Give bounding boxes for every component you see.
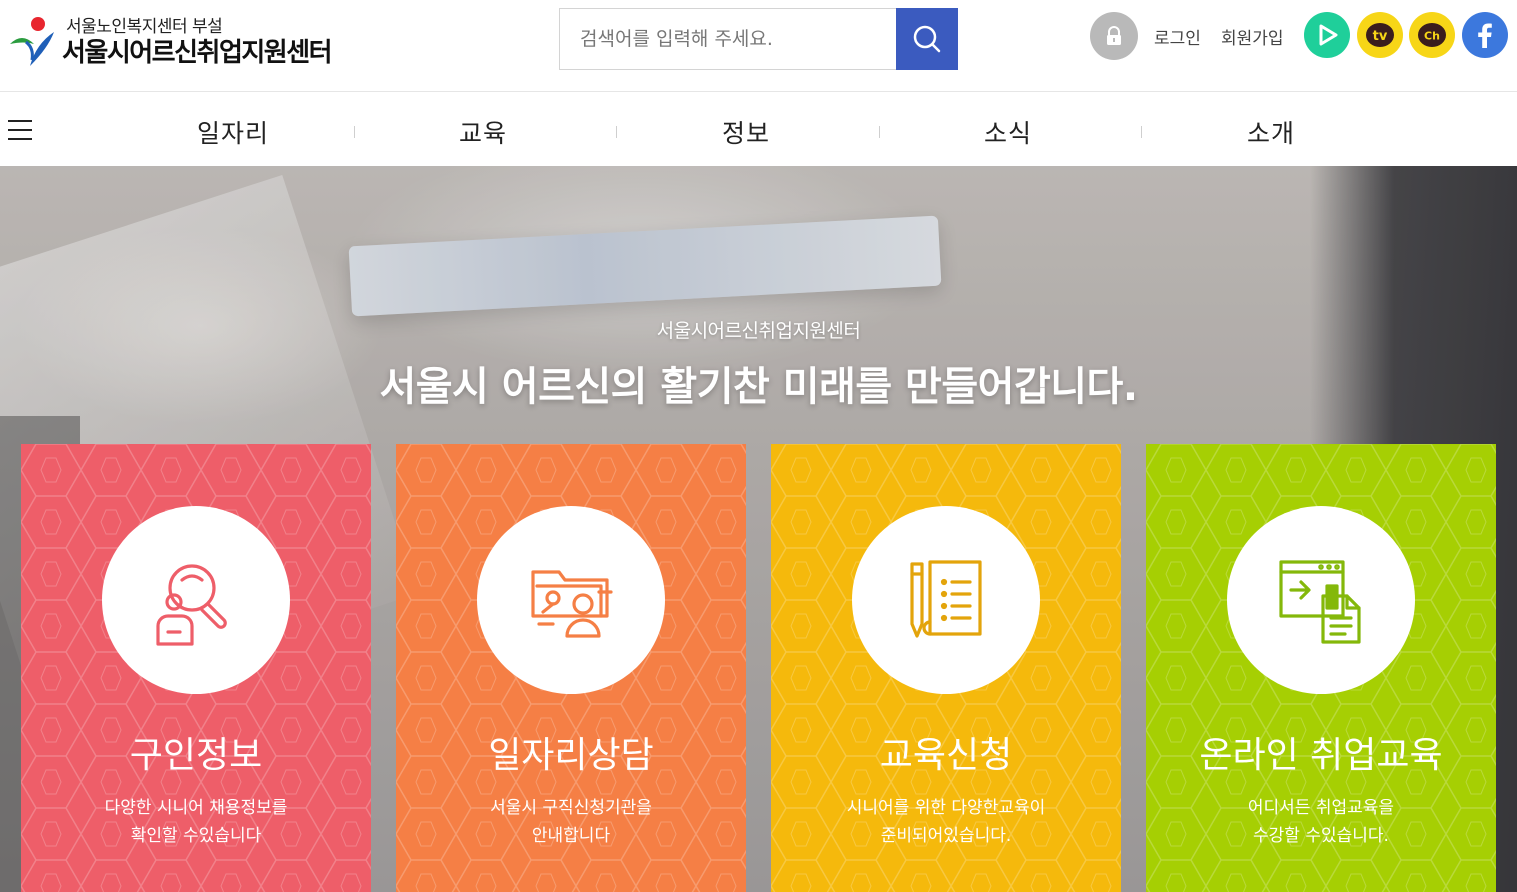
main-navigation: 일자리 교육 정보 소식 소개 xyxy=(0,92,1517,166)
card-icon-circle xyxy=(1227,506,1415,694)
kakao-channel-button[interactable]: Ch xyxy=(1409,12,1455,58)
card-title: 일자리상담 xyxy=(488,735,654,776)
site-logo[interactable]: 서울노인복지센터 부설 서울시어르신취업지원센터 xyxy=(8,10,348,70)
card-description-line: 안내합니다 xyxy=(531,826,611,846)
site-header: 서울노인복지센터 부설 서울시어르신취업지원센터 로그인 회원가입 tv xyxy=(0,0,1517,92)
svg-text:tv: tv xyxy=(1373,29,1388,44)
search-box xyxy=(559,8,958,70)
hamburger-line xyxy=(8,129,32,131)
nav-divider xyxy=(616,126,617,138)
nav-item-news[interactable]: 소식 xyxy=(898,114,1118,150)
kakao-channel-icon: Ch xyxy=(1418,23,1446,47)
nav-divider xyxy=(354,126,355,138)
online-education-icon xyxy=(1279,560,1361,644)
card-title: 온라인 취업교육 xyxy=(1199,735,1443,776)
kakao-tv-button[interactable]: tv xyxy=(1357,12,1403,58)
login-lock-button[interactable] xyxy=(1090,12,1138,60)
nav-item-about[interactable]: 소개 xyxy=(1161,114,1381,150)
card-education-apply[interactable]: 교육신청 시니어를 위한 다양한교육이 준비되어있습니다. xyxy=(771,444,1121,892)
card-job-info[interactable]: 구인정보 다양한 시니어 채용정보를 확인할 수있습니다 xyxy=(21,444,371,892)
search-button[interactable] xyxy=(896,8,958,70)
join-link[interactable]: 회원가입 xyxy=(1221,24,1284,49)
card-icon-circle xyxy=(477,506,665,694)
card-description: 어디서든 취업교육을 수강할 수있습니다. xyxy=(1146,794,1496,850)
search-icon xyxy=(913,25,941,53)
card-description-line: 확인할 수있습니다 xyxy=(130,826,262,846)
card-description-line: 다양한 시니어 채용정보를 xyxy=(104,798,288,818)
facebook-button[interactable] xyxy=(1462,12,1508,58)
svg-text:Ch: Ch xyxy=(1424,30,1440,43)
card-description-line: 시니어를 위한 다양한교육이 xyxy=(846,798,1046,818)
card-icon-circle xyxy=(852,506,1040,694)
card-description: 다양한 시니어 채용정보를 확인할 수있습니다 xyxy=(21,794,371,850)
hamburger-line xyxy=(8,120,32,122)
play-icon xyxy=(1319,24,1338,46)
card-description: 시니어를 위한 다양한교육이 준비되어있습니다. xyxy=(771,794,1121,850)
nav-item-education[interactable]: 교육 xyxy=(373,114,593,150)
card-icon-circle xyxy=(102,506,290,694)
search-input[interactable] xyxy=(559,8,896,70)
card-job-counseling[interactable]: 일자리상담 서울시 구직신청기관을 안내합니다 xyxy=(396,444,746,892)
card-description-line: 준비되어있습니다. xyxy=(880,826,1012,846)
card-description-line: 서울시 구직신청기관을 xyxy=(490,798,652,818)
nav-divider xyxy=(1141,126,1142,138)
card-description-line: 어디서든 취업교육을 xyxy=(1247,798,1395,818)
nav-divider xyxy=(879,126,880,138)
nav-item-jobs[interactable]: 일자리 xyxy=(123,114,343,150)
card-online-education[interactable]: 온라인 취업교육 어디서든 취업교육을 수강할 수있습니다. xyxy=(1146,444,1496,892)
lock-icon xyxy=(1107,26,1121,45)
facebook-icon xyxy=(1478,23,1492,48)
education-apply-icon xyxy=(910,560,982,638)
hamburger-line xyxy=(8,138,32,140)
seoul-logo-icon xyxy=(10,17,54,66)
hero-kicker: 서울시어르신취업지원센터 xyxy=(656,320,861,342)
kakao-tv-icon: tv xyxy=(1366,23,1394,47)
card-title: 구인정보 xyxy=(129,735,263,776)
logo-title: 서울시어르신취업지원센터 xyxy=(62,38,333,68)
card-description-line: 수강할 수있습니다. xyxy=(1253,826,1389,846)
card-title: 교육신청 xyxy=(879,735,1013,776)
counseling-icon xyxy=(531,570,613,638)
menu-toggle-button[interactable] xyxy=(8,120,32,142)
play-channel-button[interactable] xyxy=(1304,12,1350,58)
job-search-icon xyxy=(156,564,227,646)
card-description: 서울시 구직신청기관을 안내합니다 xyxy=(396,794,746,850)
login-link[interactable]: 로그인 xyxy=(1154,24,1201,49)
hero-section: 서울시어르신취업지원센터 서울시 어르신의 활기찬 미래를 만들어갑니다. 구인… xyxy=(0,166,1517,892)
hero-title: 서울시 어르신의 활기찬 미래를 만들어갑니다. xyxy=(379,364,1138,410)
nav-item-info[interactable]: 정보 xyxy=(636,114,856,150)
